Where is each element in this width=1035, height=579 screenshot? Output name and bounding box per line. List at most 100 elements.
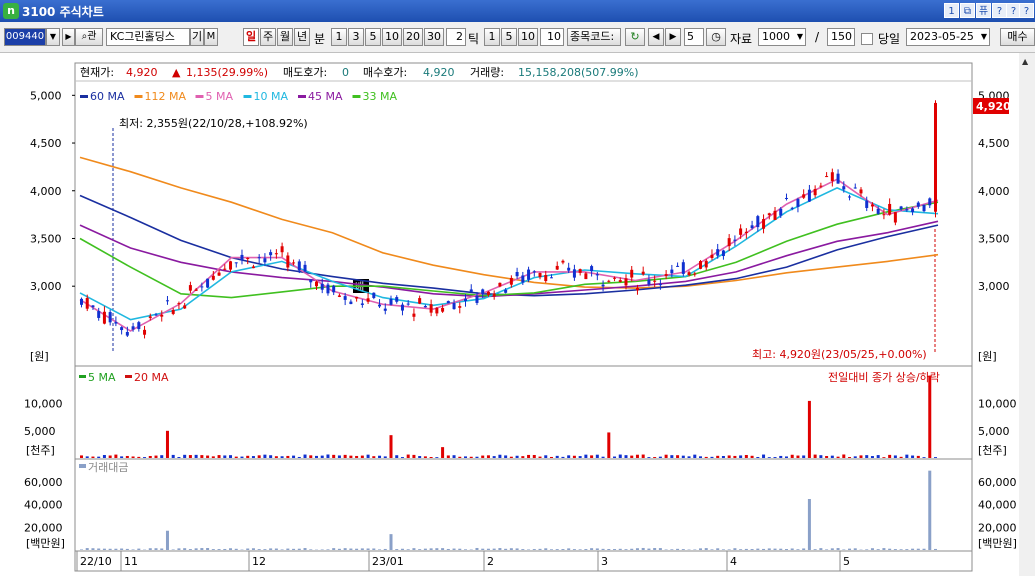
amount-bar xyxy=(710,549,713,550)
amount-bar xyxy=(779,549,782,550)
candle-body xyxy=(607,281,610,282)
period-day-tab[interactable]: 일 xyxy=(243,28,259,46)
candle-body xyxy=(91,305,94,307)
candle-body xyxy=(630,270,633,278)
candle-body xyxy=(223,269,226,270)
count-input[interactable]: 5 xyxy=(684,28,704,46)
minute-30-button[interactable]: 30 xyxy=(424,28,444,46)
gi-button[interactable]: 기 xyxy=(190,28,204,46)
tick-custom-input[interactable]: 10 xyxy=(540,28,564,46)
candle-body xyxy=(624,278,627,285)
volume-bar xyxy=(934,457,937,458)
candle-body xyxy=(493,293,496,296)
vertical-scrollbar[interactable]: ▲ xyxy=(1019,53,1035,576)
candle-body xyxy=(160,315,163,317)
amount-bar xyxy=(728,549,731,550)
amount-bar xyxy=(900,549,903,550)
help-button[interactable]: ? xyxy=(992,3,1007,18)
volume-bar xyxy=(309,455,312,458)
minute-5-button[interactable]: 5 xyxy=(365,28,381,46)
amount-bar xyxy=(263,549,266,550)
app-icon: n xyxy=(3,3,19,19)
volume-bar xyxy=(114,455,117,458)
pin-button[interactable]: 퓨 xyxy=(976,3,991,18)
tick-1-button[interactable]: 1 xyxy=(484,28,500,46)
prev-icon[interactable]: ◀ xyxy=(648,28,664,46)
volume-bar xyxy=(521,456,524,458)
amount-bar xyxy=(894,549,897,550)
candle-body xyxy=(768,213,771,215)
scroll-up-icon[interactable]: ▲ xyxy=(1022,57,1028,66)
period-month-tab[interactable]: 월 xyxy=(277,28,293,46)
amount-bar xyxy=(882,548,885,550)
same-day-checkbox[interactable] xyxy=(861,33,873,45)
tick-input[interactable]: 2 xyxy=(446,28,466,46)
data-label: 자료 xyxy=(730,30,752,47)
amount-bar xyxy=(281,549,284,550)
next-icon[interactable]: ▶ xyxy=(665,28,681,46)
amount-bar xyxy=(464,549,467,550)
restore-icon[interactable]: ⧉ xyxy=(960,3,975,18)
amount-bar xyxy=(768,548,771,550)
period-year-tab[interactable]: 년 xyxy=(294,28,310,46)
minute-1-button[interactable]: 1 xyxy=(331,28,347,46)
amount-bar xyxy=(321,549,324,550)
amount-bar xyxy=(722,549,725,550)
minute-20-button[interactable]: 20 xyxy=(403,28,423,46)
m-button[interactable]: M xyxy=(204,28,218,46)
play-icon[interactable]: ▶ xyxy=(62,28,75,46)
stock-code-input[interactable]: 009440 xyxy=(4,28,46,46)
candle-body xyxy=(412,314,415,317)
candle-body xyxy=(481,289,484,294)
volume-legend-swatch xyxy=(125,375,132,378)
candle-body xyxy=(642,272,645,275)
tick-5-button[interactable]: 5 xyxy=(501,28,517,46)
minute-3-button[interactable]: 3 xyxy=(348,28,364,46)
price-label: 현재가: xyxy=(80,66,114,79)
period-week-tab[interactable]: 주 xyxy=(260,28,276,46)
volume-bar xyxy=(441,447,444,458)
candle-body xyxy=(527,270,530,280)
search-button[interactable]: ⌕관 xyxy=(75,28,103,46)
amount-bar xyxy=(584,549,587,550)
code-dropdown-icon[interactable]: ▼ xyxy=(46,28,60,46)
amount-bar xyxy=(338,549,341,550)
amount-bar xyxy=(607,549,610,550)
candle-body xyxy=(842,186,845,189)
up-arrow-icon: ▲ xyxy=(172,66,181,79)
candle-body xyxy=(710,255,713,258)
amount-tick-right: 60,000 xyxy=(978,476,1017,489)
buy-button[interactable]: 매수 xyxy=(1000,28,1035,46)
amount-bar xyxy=(774,549,777,550)
candle-body xyxy=(441,308,444,312)
date-picker[interactable]: 2023-05-25▼ xyxy=(906,28,990,46)
volume-bar xyxy=(871,456,874,458)
amount-bar xyxy=(556,549,559,550)
volume-unit-right: [천주] xyxy=(978,443,1007,457)
refresh-icon[interactable]: ↻ xyxy=(625,28,645,46)
price-chart-svg[interactable]: 현재가: 4,920 ▲ 1,135(29.99%) 매도호가: 0 매수호가:… xyxy=(0,53,1020,576)
amount-bar xyxy=(636,548,639,550)
candle-body xyxy=(561,261,564,263)
amount-bar xyxy=(825,549,828,550)
price-tick-right: 3,500 xyxy=(978,232,1010,245)
amount-bar xyxy=(172,549,175,550)
candle-body xyxy=(487,292,490,295)
range-input[interactable]: 150 xyxy=(827,28,855,46)
chart-area[interactable]: 현재가: 4,920 ▲ 1,135(29.99%) 매도호가: 0 매수호가:… xyxy=(0,53,1035,576)
volume-bar xyxy=(240,457,243,458)
volume-bar xyxy=(332,455,335,458)
link-group-button[interactable]: 1 xyxy=(944,3,959,18)
close-button[interactable]: ? xyxy=(1019,3,1034,18)
amount-bar xyxy=(120,549,123,550)
slash-separator: / xyxy=(815,30,819,44)
clock-icon[interactable]: ◷ xyxy=(706,28,726,46)
volume-bar xyxy=(361,456,364,458)
minute-10-button[interactable]: 10 xyxy=(382,28,402,46)
data-count-select[interactable]: 1000▼ xyxy=(758,28,806,46)
tick-10-button[interactable]: 10 xyxy=(518,28,538,46)
stock-name-field[interactable]: KC그린홀딩스 xyxy=(106,28,190,46)
code-select[interactable]: 종목코드: xyxy=(567,28,621,46)
amount-bar xyxy=(550,549,553,550)
volume-bar xyxy=(86,456,89,458)
